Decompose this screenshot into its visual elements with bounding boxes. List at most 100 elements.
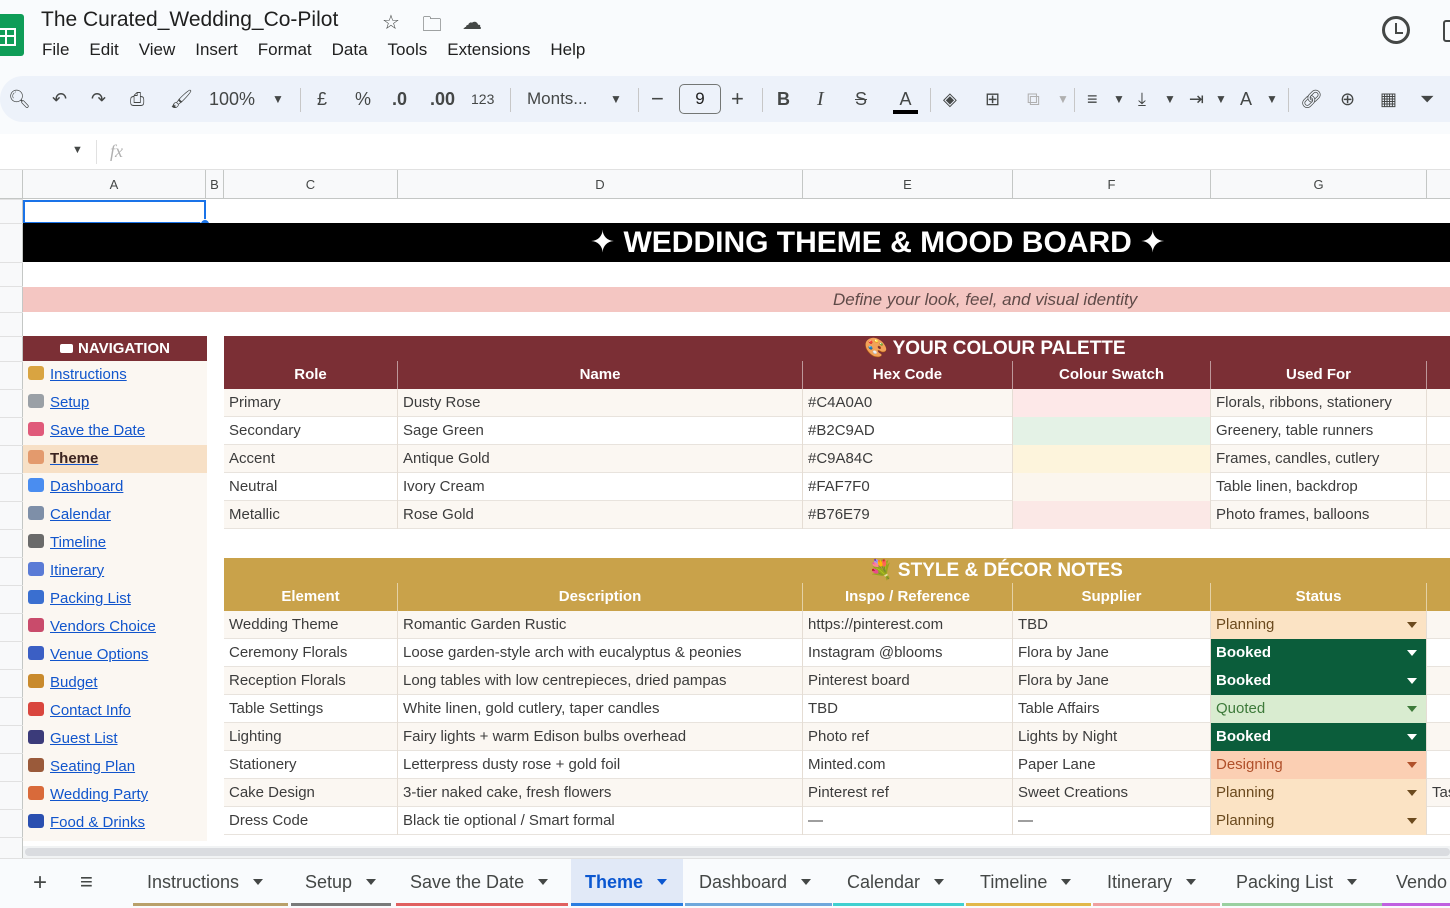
overflow-cell[interactable] [1427, 695, 1450, 723]
column-header-h[interactable] [1427, 170, 1450, 199]
used-cell[interactable]: Florals, ribbons, stationery [1211, 389, 1427, 417]
hex-cell[interactable]: #B2C9AD [803, 417, 1013, 445]
inspo-cell[interactable]: Minted.com [803, 751, 1013, 779]
sheet-tab-packing-list[interactable]: Packing List [1222, 859, 1382, 906]
chevron-down-icon[interactable] [801, 879, 812, 885]
move-folder-icon[interactable]: 🗀 [422, 10, 442, 44]
hex-cell[interactable]: #FAF7F0 [803, 473, 1013, 501]
chevron-down-icon[interactable] [1186, 879, 1197, 885]
overflow-cell[interactable] [1427, 807, 1450, 835]
inspo-cell[interactable]: Pinterest ref [803, 779, 1013, 807]
insert-chart-icon[interactable]: ▦ [1380, 88, 1397, 110]
chevron-down-icon[interactable]: ▼ [1266, 88, 1278, 110]
role-cell[interactable]: Accent [224, 445, 398, 473]
percent-format-button[interactable]: % [355, 88, 371, 110]
print-icon[interactable]: ⎙ [130, 88, 144, 110]
description-cell[interactable]: Letterpress dusty rose + gold foil [398, 751, 803, 779]
chevron-down-icon[interactable]: ▼ [1215, 88, 1227, 110]
colour-swatch-cell[interactable] [1013, 473, 1211, 501]
add-sheet-icon[interactable]: + [33, 869, 47, 897]
spreadsheet-grid[interactable]: A B C D E F G ✦ WEDDING THEME & MOOD BOA… [0, 170, 1450, 858]
menu-help[interactable]: Help [550, 40, 585, 60]
status-dropdown[interactable]: Planning [1211, 779, 1427, 807]
text-wrapping-icon[interactable]: ⇥ [1189, 88, 1204, 110]
sheet-tab-save-the-date[interactable]: Save the Date [396, 859, 568, 906]
sheet-tab-instructions[interactable]: Instructions [133, 859, 288, 906]
column-header-f[interactable]: F [1013, 170, 1211, 199]
nav-link-seating-plan[interactable]: Seating Plan [28, 753, 135, 781]
sheets-logo-icon[interactable] [0, 14, 24, 56]
hex-cell[interactable]: #C9A84C [803, 445, 1013, 473]
sheet-tab-itinerary[interactable]: Itinerary [1093, 859, 1220, 906]
role-cell[interactable]: Primary [224, 389, 398, 417]
inspo-cell[interactable]: TBD [803, 695, 1013, 723]
menu-tools[interactable]: Tools [388, 40, 428, 60]
used-cell[interactable]: Greenery, table runners [1211, 417, 1427, 445]
element-cell[interactable]: Ceremony Florals [224, 639, 398, 667]
name-cell[interactable]: Dusty Rose [398, 389, 803, 417]
sheet-tab-setup[interactable]: Setup [291, 859, 391, 906]
nav-link-timeline[interactable]: Timeline [28, 529, 106, 557]
column-header-c[interactable]: C [224, 170, 398, 199]
supplier-cell[interactable]: Table Affairs [1013, 695, 1211, 723]
inspo-cell[interactable]: Instagram @blooms [803, 639, 1013, 667]
status-dropdown[interactable]: Planning [1211, 611, 1427, 639]
column-header-d[interactable]: D [398, 170, 803, 199]
currency-format-button[interactable]: £ [317, 88, 327, 110]
description-cell[interactable]: Loose garden-style arch with eucalyptus … [398, 639, 803, 667]
search-menus-icon[interactable]: 🔍︎ [8, 88, 31, 110]
menu-file[interactable]: File [42, 40, 69, 60]
inspo-cell[interactable]: https://pinterest.com [803, 611, 1013, 639]
description-cell[interactable]: Black tie optional / Smart formal [398, 807, 803, 835]
colour-swatch-cell[interactable] [1013, 445, 1211, 473]
status-dropdown[interactable]: Designing [1211, 751, 1427, 779]
supplier-cell[interactable]: Flora by Jane [1013, 667, 1211, 695]
nav-link-theme[interactable]: Theme [28, 445, 98, 473]
more-formats-button[interactable]: 123 [471, 88, 494, 110]
role-cell[interactable]: Secondary [224, 417, 398, 445]
colour-swatch-cell[interactable] [1013, 501, 1211, 529]
element-cell[interactable]: Dress Code [224, 807, 398, 835]
inspo-cell[interactable]: — [803, 807, 1013, 835]
role-cell[interactable]: Metallic [224, 501, 398, 529]
nav-link-food-drinks[interactable]: Food & Drinks [28, 809, 145, 837]
redo-icon[interactable]: ↷ [91, 88, 106, 110]
supplier-cell[interactable]: Flora by Jane [1013, 639, 1211, 667]
colour-swatch-cell[interactable] [1013, 417, 1211, 445]
strikethrough-button[interactable]: S [855, 88, 867, 110]
status-dropdown[interactable]: Booked [1211, 667, 1427, 695]
fill-color-icon[interactable]: ◈ [943, 88, 957, 110]
chevron-down-icon[interactable]: ▼ [272, 88, 284, 110]
column-header-b[interactable]: B [206, 170, 224, 199]
overflow-cell[interactable] [1427, 417, 1450, 445]
menu-data[interactable]: Data [332, 40, 368, 60]
supplier-cell[interactable]: — [1013, 807, 1211, 835]
column-header-g[interactable]: G [1211, 170, 1427, 199]
used-cell[interactable]: Frames, candles, cutlery [1211, 445, 1427, 473]
text-color-button[interactable]: A [893, 88, 918, 114]
formula-input[interactable] [140, 134, 1440, 169]
element-cell[interactable]: Wedding Theme [224, 611, 398, 639]
nav-link-guest-list[interactable]: Guest List [28, 725, 118, 753]
description-cell[interactable]: White linen, gold cutlery, taper candles [398, 695, 803, 723]
chevron-down-icon[interactable] [366, 879, 377, 885]
overflow-cell[interactable] [1427, 473, 1450, 501]
element-cell[interactable]: Reception Florals [224, 667, 398, 695]
insert-link-icon[interactable]: 🔗︎ [1300, 88, 1323, 110]
overflow-cell[interactable] [1427, 501, 1450, 529]
document-title[interactable]: The Curated_Wedding_Co-Pilot [41, 8, 338, 32]
nav-link-instructions[interactable]: Instructions [28, 361, 127, 389]
version-history-icon[interactable] [1382, 16, 1410, 44]
sheet-tab-dashboard[interactable]: Dashboard [685, 859, 832, 906]
name-cell[interactable]: Antique Gold [398, 445, 803, 473]
menu-format[interactable]: Format [258, 40, 312, 60]
menu-extensions[interactable]: Extensions [447, 40, 530, 60]
all-sheets-icon[interactable]: ≡ [80, 869, 93, 895]
chevron-down-icon[interactable]: ▼ [1113, 88, 1125, 110]
overflow-cell[interactable] [1427, 723, 1450, 751]
sheet-tab-timeline[interactable]: Timeline [966, 859, 1091, 906]
font-size-input[interactable]: 9 [679, 84, 721, 114]
sheet-tab-vendo[interactable]: Vendo [1382, 859, 1450, 906]
sheet-tab-calendar[interactable]: Calendar [833, 859, 964, 906]
supplier-cell[interactable]: Paper Lane [1013, 751, 1211, 779]
